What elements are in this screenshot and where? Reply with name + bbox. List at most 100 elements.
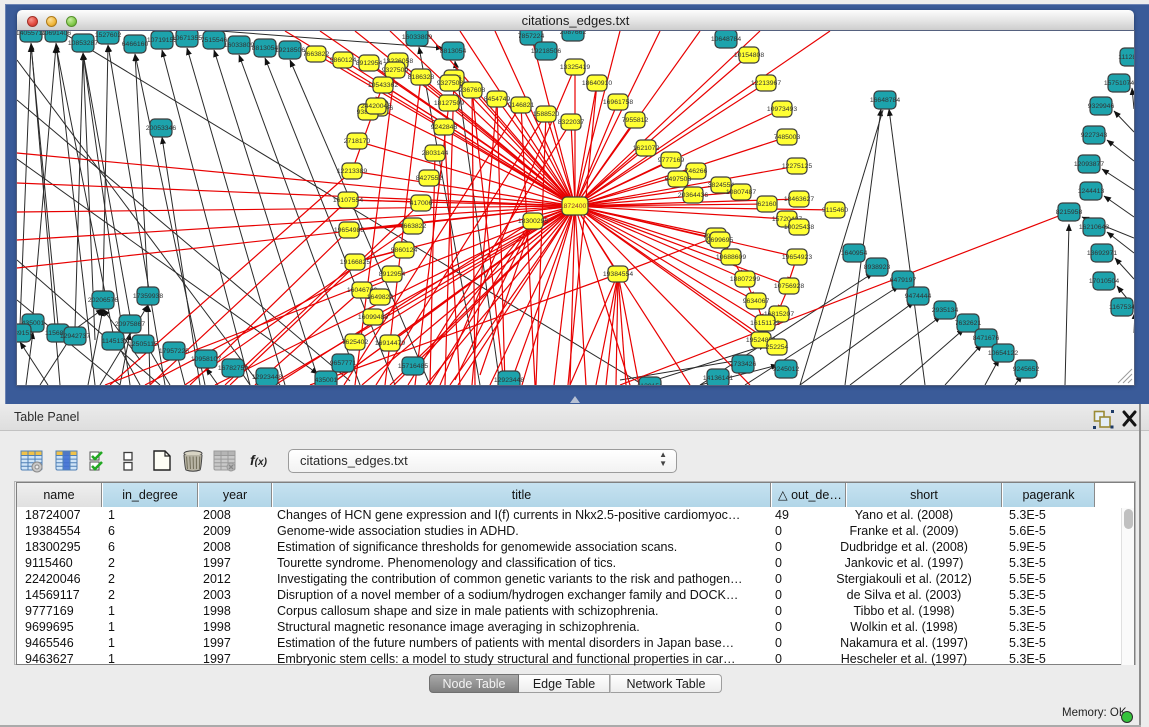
svg-text:10688609: 10688609 xyxy=(716,254,746,261)
svg-text:9474444: 9474444 xyxy=(905,293,932,300)
svg-text:7485003: 7485003 xyxy=(774,134,801,141)
svg-text:62160: 62160 xyxy=(758,201,777,208)
svg-text:1167534: 1167534 xyxy=(1109,304,1134,311)
svg-text:24420046: 24420046 xyxy=(361,103,391,110)
svg-text:16210643: 16210643 xyxy=(1079,224,1109,231)
svg-text:10958107: 10958107 xyxy=(191,356,221,363)
svg-text:7857224: 7857224 xyxy=(518,33,545,40)
svg-text:10807487: 10807487 xyxy=(726,189,756,196)
svg-text:10756928: 10756928 xyxy=(774,283,804,290)
svg-text:20364436: 20364436 xyxy=(678,192,708,199)
svg-text:12213967: 12213967 xyxy=(751,80,781,87)
svg-text:17359938: 17359938 xyxy=(133,293,163,300)
svg-text:13692971: 13692971 xyxy=(1087,250,1117,257)
svg-text:9115460: 9115460 xyxy=(822,207,848,214)
svg-text:8912954: 8912954 xyxy=(356,60,383,67)
svg-text:10973493: 10973493 xyxy=(767,106,797,113)
svg-text:8471676: 8471676 xyxy=(973,335,1000,342)
svg-text:8186328: 8186328 xyxy=(408,74,435,81)
svg-text:9699695: 9699695 xyxy=(707,237,734,244)
svg-text:16033809: 16033809 xyxy=(402,34,432,41)
svg-text:18463627: 18463627 xyxy=(784,196,814,203)
svg-text:16107554: 16107554 xyxy=(333,197,363,204)
svg-text:10654122: 10654122 xyxy=(988,350,1018,357)
svg-text:20053346: 20053346 xyxy=(146,125,176,132)
svg-text:8938923: 8938923 xyxy=(864,264,891,271)
svg-text:20975867: 20975867 xyxy=(115,321,145,328)
svg-text:9327508: 9327508 xyxy=(437,80,464,87)
svg-text:7625402: 7625402 xyxy=(342,339,369,346)
svg-text:19384554: 19384554 xyxy=(603,271,633,278)
svg-text:9227343: 9227343 xyxy=(1081,132,1108,139)
svg-text:12505115: 12505115 xyxy=(128,341,158,348)
svg-text:15716485: 15716485 xyxy=(398,363,428,370)
svg-text:9245652: 9245652 xyxy=(1013,366,1040,373)
svg-text:1640954: 1640954 xyxy=(841,250,868,257)
svg-text:1244413: 1244413 xyxy=(1078,188,1105,195)
svg-text:14136141: 14136141 xyxy=(703,375,733,382)
svg-text:18300295: 18300295 xyxy=(518,218,548,225)
svg-text:1112804: 1112804 xyxy=(1118,54,1134,61)
svg-text:9242848: 9242848 xyxy=(431,124,458,131)
svg-text:2935134: 2935134 xyxy=(932,307,959,314)
svg-text:9657771: 9657771 xyxy=(330,360,357,367)
svg-text:9245012: 9245012 xyxy=(773,366,800,373)
svg-text:9329946: 9329946 xyxy=(1088,103,1115,110)
svg-text:20691406: 20691406 xyxy=(41,31,71,37)
svg-text:17010504: 17010504 xyxy=(1089,278,1119,285)
svg-text:19218506: 19218506 xyxy=(531,48,561,55)
svg-text:10025438: 10025438 xyxy=(784,224,814,231)
svg-text:12093877: 12093877 xyxy=(1074,161,1104,168)
svg-text:19654985: 19654985 xyxy=(334,227,364,234)
svg-text:8427552: 8427552 xyxy=(416,175,443,182)
svg-text:1527602: 1527602 xyxy=(95,32,122,39)
svg-text:8215958: 8215958 xyxy=(1056,209,1083,216)
svg-text:10154808: 10154808 xyxy=(734,52,764,59)
svg-text:12923448: 12923448 xyxy=(252,374,282,381)
svg-text:1621072: 1621072 xyxy=(633,145,660,152)
svg-text:7632621: 7632621 xyxy=(955,320,982,327)
svg-text:19166825: 19166825 xyxy=(340,259,370,266)
svg-text:9327509: 9327509 xyxy=(382,67,409,74)
svg-text:12275125: 12275125 xyxy=(782,163,812,170)
svg-text:8454749: 8454749 xyxy=(484,96,511,103)
svg-text:16914479: 16914479 xyxy=(375,340,405,347)
svg-text:9777169: 9777169 xyxy=(658,157,685,164)
svg-text:2718170: 2718170 xyxy=(344,138,371,145)
svg-text:18724007: 18724007 xyxy=(560,203,590,210)
svg-text:12942737: 12942737 xyxy=(60,333,90,340)
svg-text:435001: 435001 xyxy=(315,377,338,384)
svg-text:2087662: 2087662 xyxy=(560,31,587,36)
svg-text:19654923: 19654923 xyxy=(782,254,812,261)
svg-text:9860124: 9860124 xyxy=(330,57,357,64)
svg-text:16782759: 16782759 xyxy=(218,365,248,372)
svg-text:1649822: 1649822 xyxy=(367,294,394,301)
svg-text:6479197: 6479197 xyxy=(890,277,917,284)
svg-text:114513: 114513 xyxy=(102,338,124,345)
svg-text:16099489: 16099489 xyxy=(358,314,388,321)
svg-text:18807299: 18807299 xyxy=(730,276,760,283)
svg-text:20206576: 20206576 xyxy=(88,297,118,304)
svg-text:10671355: 10671355 xyxy=(172,35,202,42)
svg-text:1733426: 1733426 xyxy=(730,361,757,368)
svg-text:9634067: 9634067 xyxy=(743,298,770,305)
svg-text:13325419: 13325419 xyxy=(560,64,590,71)
svg-text:417006: 417006 xyxy=(410,200,433,207)
svg-text:18640910: 18640910 xyxy=(582,80,612,87)
svg-text:10853287: 10853287 xyxy=(68,40,98,47)
svg-text:8912954: 8912954 xyxy=(379,271,406,278)
svg-text:10543362: 10543362 xyxy=(368,82,398,89)
svg-text:12213389: 12213389 xyxy=(337,168,367,175)
svg-text:7955812: 7955812 xyxy=(622,117,649,124)
svg-text:1139151: 1139151 xyxy=(637,383,663,385)
svg-text:1588520: 1588520 xyxy=(533,111,560,118)
svg-text:7663822: 7663822 xyxy=(303,51,330,58)
svg-text:6466160: 6466160 xyxy=(122,41,149,48)
svg-text:8813054: 8813054 xyxy=(440,48,467,55)
svg-text:6497508: 6497508 xyxy=(665,176,692,183)
svg-text:16961758: 16961758 xyxy=(603,99,633,106)
svg-text:1139151: 1139151 xyxy=(17,330,33,337)
svg-text:12923448: 12923448 xyxy=(494,377,524,384)
svg-text:252254: 252254 xyxy=(766,344,789,351)
svg-text:9146821: 9146821 xyxy=(508,102,535,109)
